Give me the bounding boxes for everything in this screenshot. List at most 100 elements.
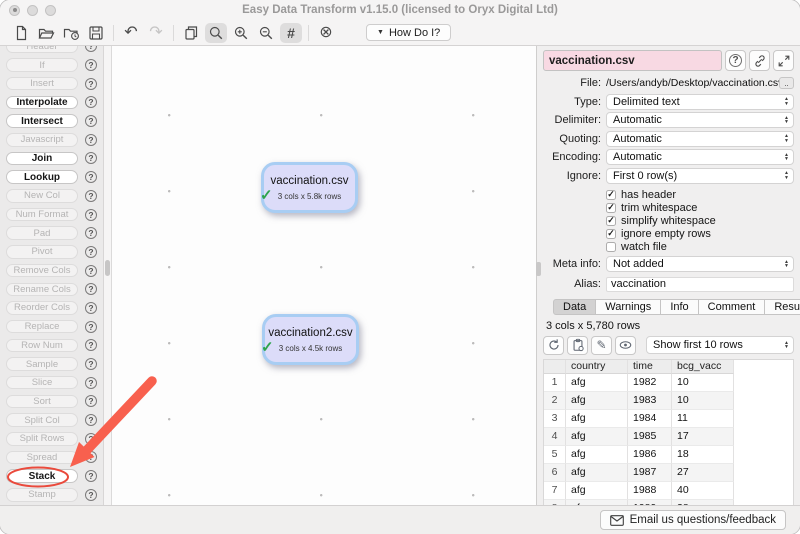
- checkbox-ignore-empty-rows[interactable]: ✓ignore empty rows: [606, 227, 794, 240]
- help-icon[interactable]: ?: [85, 227, 97, 239]
- link-button[interactable]: [749, 50, 770, 71]
- help-icon[interactable]: ?: [85, 321, 97, 333]
- show-rows-select[interactable]: Show first 10 rows ▲▼: [646, 336, 794, 354]
- meta-info-select[interactable]: Not added ▲▼: [606, 256, 794, 272]
- help-icon[interactable]: ?: [85, 96, 97, 108]
- new-file-button[interactable]: [10, 23, 32, 43]
- help-icon[interactable]: ?: [85, 414, 97, 426]
- email-feedback-button[interactable]: Email us questions/feedback: [600, 510, 786, 530]
- checked-checkbox-icon[interactable]: ✓: [606, 203, 616, 213]
- alias-input[interactable]: vaccination: [606, 277, 794, 292]
- tab-info[interactable]: Info: [660, 299, 698, 315]
- help-icon[interactable]: ?: [85, 209, 97, 221]
- help-icon[interactable]: ?: [85, 171, 97, 183]
- table-row[interactable]: 5afg198618: [544, 446, 793, 464]
- transform-header-button: Header: [6, 46, 78, 53]
- help-button[interactable]: ?: [725, 50, 746, 71]
- sidebar-scrollbar[interactable]: [104, 46, 112, 505]
- refresh-button[interactable]: [543, 336, 564, 355]
- column-header[interactable]: time: [628, 360, 672, 374]
- help-icon[interactable]: ?: [85, 451, 97, 463]
- help-icon[interactable]: ?: [85, 46, 97, 52]
- browse-file-button[interactable]: ..: [779, 77, 794, 89]
- preview-button[interactable]: [615, 336, 636, 355]
- help-icon[interactable]: ?: [85, 339, 97, 351]
- disconnect-button[interactable]: ⊗: [315, 23, 337, 43]
- transform-lookup-button[interactable]: Lookup: [6, 170, 78, 184]
- type-select[interactable]: Delimited text▲▼: [606, 94, 794, 110]
- pane-splitter-handle[interactable]: [536, 262, 541, 276]
- checked-checkbox-icon[interactable]: ✓: [606, 216, 616, 226]
- help-icon[interactable]: ?: [85, 489, 97, 501]
- help-icon[interactable]: ?: [85, 377, 97, 389]
- pan-zoom-button[interactable]: [205, 23, 227, 43]
- table-row[interactable]: 4afg198517: [544, 428, 793, 446]
- table-row[interactable]: 3afg198411: [544, 410, 793, 428]
- tab-warnings[interactable]: Warnings: [595, 299, 661, 315]
- help-icon[interactable]: ?: [85, 395, 97, 407]
- help-icon[interactable]: ?: [85, 470, 97, 482]
- help-icon[interactable]: ?: [85, 134, 97, 146]
- help-icon[interactable]: ?: [85, 190, 97, 202]
- quoting-select[interactable]: Automatic▲▼: [606, 131, 794, 147]
- help-icon[interactable]: ?: [85, 78, 97, 90]
- table-row[interactable]: 2afg198310: [544, 392, 793, 410]
- help-icon[interactable]: ?: [85, 433, 97, 445]
- checkbox-simplify-whitespace[interactable]: ✓simplify whitespace: [606, 214, 794, 227]
- column-header[interactable]: country: [566, 360, 628, 374]
- delimiter-select[interactable]: Automatic▲▼: [606, 112, 794, 128]
- table-row[interactable]: 6afg198727: [544, 464, 793, 482]
- tab-results[interactable]: Results: [764, 299, 800, 315]
- recent-files-icon: [63, 25, 80, 41]
- data-table[interactable]: countrytimebcg_vacc1afg1982102afg1983103…: [543, 359, 794, 506]
- zoom-in-button[interactable]: [230, 23, 252, 43]
- help-icon[interactable]: ?: [85, 358, 97, 370]
- unchecked-checkbox-icon[interactable]: [606, 242, 616, 252]
- checkbox-trim-whitespace[interactable]: ✓trim whitespace: [606, 201, 794, 214]
- toggle-grid-button[interactable]: #: [280, 23, 302, 43]
- sidebar-scrollbar-thumb[interactable]: [105, 260, 110, 276]
- node-vaccination-csv[interactable]: ✓ vaccination.csv 3 cols x 5.8k rows: [261, 162, 358, 213]
- how-do-i-button[interactable]: ▼ How Do I?: [366, 24, 451, 41]
- column-header[interactable]: [544, 360, 566, 374]
- workflow-canvas[interactable]: ✓ vaccination.csv 3 cols x 5.8k rows ✓ v…: [112, 46, 536, 505]
- undo-button[interactable]: ↶: [120, 23, 142, 43]
- help-icon[interactable]: ?: [85, 246, 97, 258]
- duplicate-button[interactable]: [180, 23, 202, 43]
- save-button[interactable]: [85, 23, 107, 43]
- tab-comment[interactable]: Comment: [698, 299, 766, 315]
- edit-data-button[interactable]: ✎: [591, 336, 612, 355]
- stepper-arrows-icon: ▲▼: [784, 171, 789, 180]
- help-icon[interactable]: ?: [85, 302, 97, 314]
- help-icon[interactable]: ?: [85, 265, 97, 277]
- column-header[interactable]: bcg_vacc: [672, 360, 734, 374]
- transform-intersect-button[interactable]: Intersect: [6, 114, 78, 128]
- help-icon[interactable]: ?: [85, 59, 97, 71]
- checkbox-watch-file[interactable]: watch file: [606, 240, 794, 253]
- node-vaccination2-csv[interactable]: ✓ vaccination2.csv 3 cols x 4.5k rows: [262, 314, 359, 365]
- checked-checkbox-icon[interactable]: ✓: [606, 190, 616, 200]
- open-recent-button[interactable]: [60, 23, 82, 43]
- checked-checkbox-icon[interactable]: ✓: [606, 229, 616, 239]
- transform-stack-button[interactable]: Stack: [6, 469, 78, 483]
- file-path-value: /Users/andyb/Desktop/vaccination.csv: [606, 77, 779, 89]
- encoding-select[interactable]: Automatic▲▼: [606, 149, 794, 165]
- copy-data-button[interactable]: [567, 336, 588, 355]
- table-row[interactable]: 7afg198840: [544, 482, 793, 500]
- checkbox-has-header[interactable]: ✓has header: [606, 188, 794, 201]
- open-file-button[interactable]: [35, 23, 57, 43]
- zoom-out-button[interactable]: [255, 23, 277, 43]
- help-icon[interactable]: ?: [85, 115, 97, 127]
- expand-button[interactable]: [773, 50, 794, 71]
- transform-interpolate-button[interactable]: Interpolate: [6, 96, 78, 110]
- table-row[interactable]: 1afg198210: [544, 374, 793, 392]
- transform-join-button[interactable]: Join: [6, 152, 78, 166]
- help-icon[interactable]: ?: [85, 152, 97, 164]
- titlebar: Easy Data Transform v1.15.0 (licensed to…: [0, 0, 800, 20]
- ignore-rows-stepper[interactable]: First 0 row(s) ▲▼: [606, 168, 794, 184]
- table-cell: 40: [672, 482, 734, 500]
- help-icon[interactable]: ?: [85, 283, 97, 295]
- tab-data[interactable]: Data: [553, 299, 596, 315]
- zoom-out-icon: [258, 25, 274, 41]
- node-name-input[interactable]: vaccination.csv: [543, 50, 722, 71]
